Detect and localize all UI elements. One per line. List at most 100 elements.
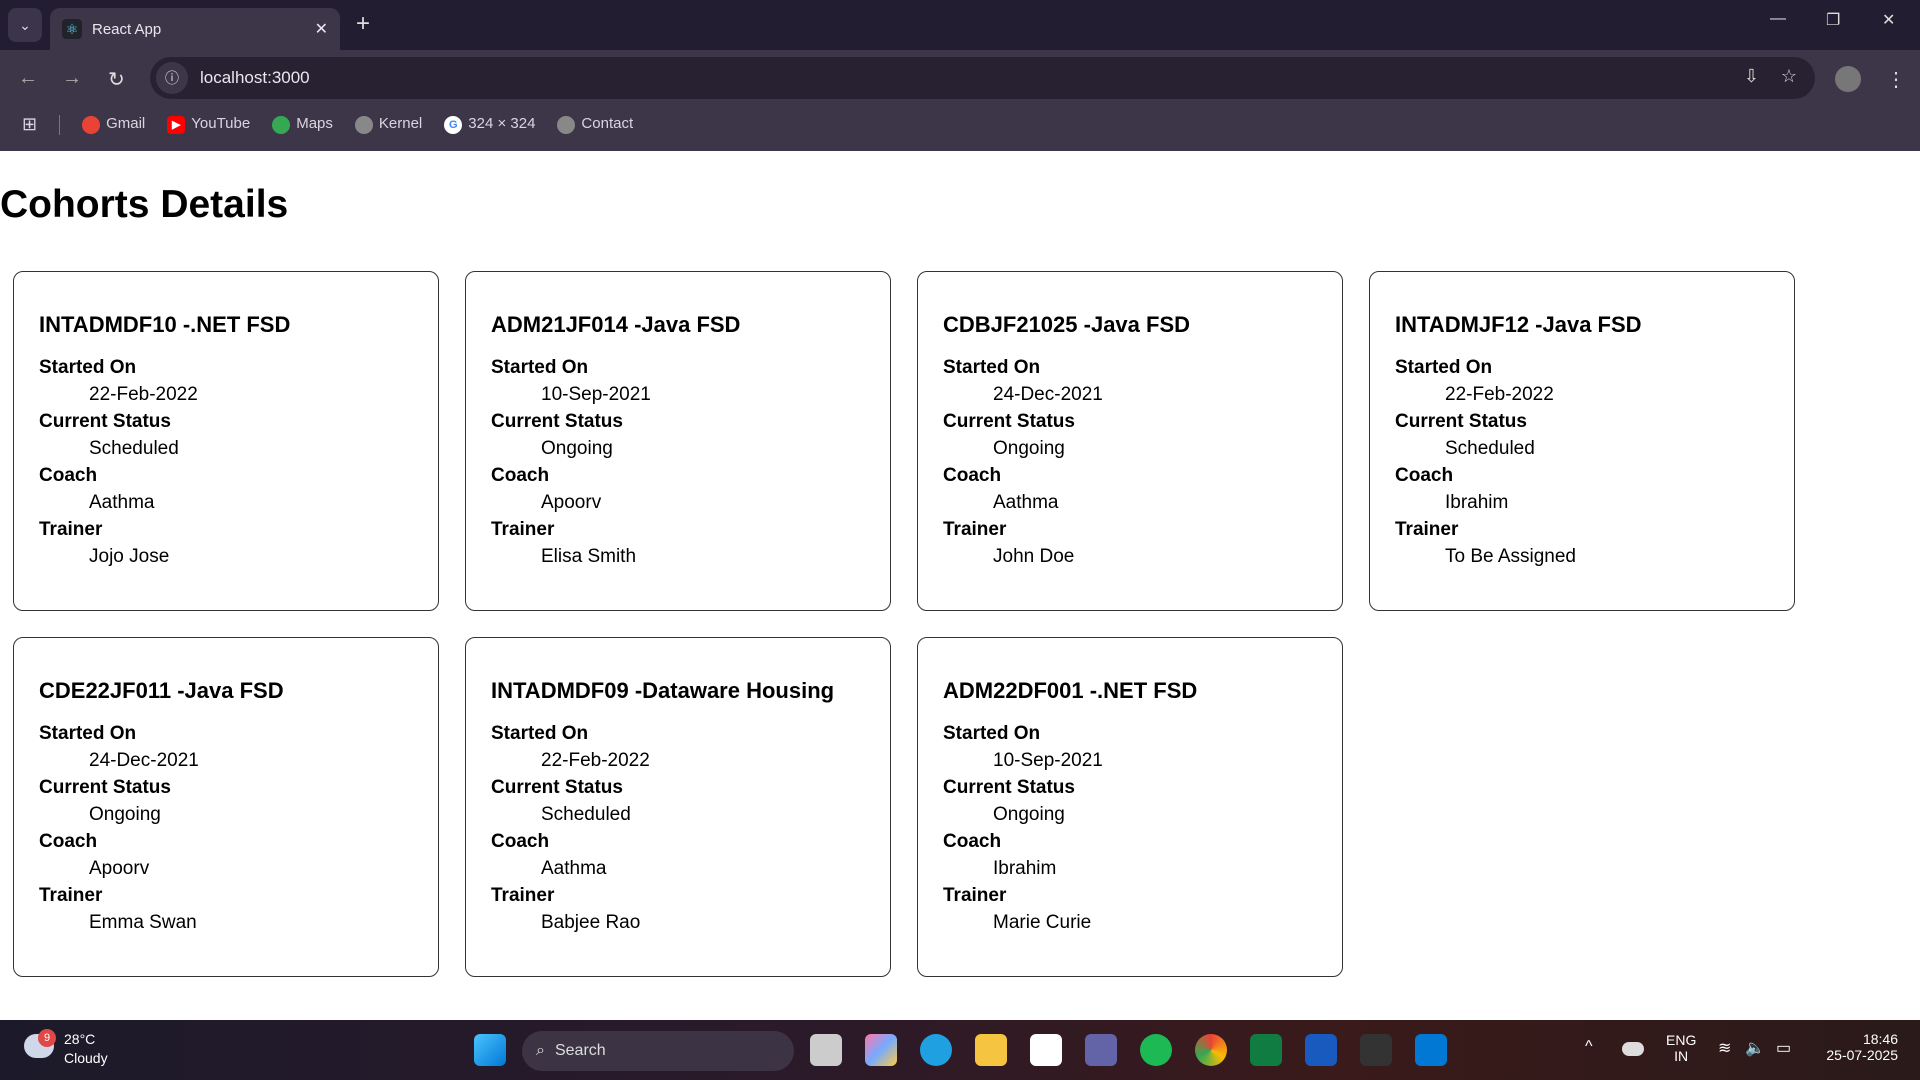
bookmark-kernel[interactable]: Kernel bbox=[354, 115, 422, 134]
onedrive-icon[interactable] bbox=[1622, 1042, 1644, 1056]
close-tab-icon[interactable]: ✕ bbox=[315, 19, 328, 39]
teams-icon[interactable] bbox=[1085, 1034, 1117, 1066]
wifi-icon[interactable]: ≋ bbox=[1718, 1038, 1731, 1058]
started-on-value: 22-Feb-2022 bbox=[541, 750, 650, 771]
current-status-label: Current Status bbox=[943, 777, 1075, 798]
trainer-value: To Be Assigned bbox=[1445, 546, 1576, 567]
started-on-value: 24-Dec-2021 bbox=[993, 384, 1103, 405]
store-icon[interactable] bbox=[1030, 1034, 1062, 1066]
coach-label: Coach bbox=[491, 831, 550, 852]
bookmark-maps[interactable]: Maps bbox=[272, 115, 333, 134]
started-on-label: Started On bbox=[39, 357, 137, 378]
trainer-label: Trainer bbox=[39, 885, 103, 906]
coach-value: Apoorv bbox=[541, 492, 602, 513]
bookmark-star-icon[interactable]: ☆ bbox=[1781, 66, 1797, 87]
apps-icon[interactable]: ⊞ bbox=[22, 114, 37, 135]
google-icon: G bbox=[444, 115, 463, 134]
started-on-label: Started On bbox=[39, 723, 137, 744]
clock[interactable]: 18:46 25-07-2025 bbox=[1826, 1031, 1898, 1063]
trainer-value: John Doe bbox=[993, 546, 1075, 567]
youtube-icon: ▶ bbox=[167, 115, 186, 134]
site-info-icon[interactable]: ⓘ bbox=[156, 62, 188, 94]
trainer-value: Elisa Smith bbox=[541, 546, 637, 567]
chevron-up-icon[interactable]: ^ bbox=[1585, 1038, 1593, 1056]
tab-react-app[interactable]: ⚛ React App ✕ bbox=[50, 8, 340, 50]
new-tab-button[interactable]: + bbox=[356, 10, 370, 38]
current-status-label: Current Status bbox=[491, 777, 623, 798]
trainer-label: Trainer bbox=[491, 885, 555, 906]
chrome-icon[interactable] bbox=[1195, 1034, 1227, 1066]
url-text[interactable]: localhost:3000 bbox=[200, 68, 310, 88]
weather-badge: 9 bbox=[38, 1029, 56, 1047]
cohort-title: ADM21JF014 -Java FSD bbox=[491, 312, 741, 337]
vscode-icon[interactable] bbox=[1415, 1034, 1447, 1066]
bookmark-youtube[interactable]: ▶ YouTube bbox=[167, 115, 250, 134]
page-title: Cohorts Details bbox=[0, 183, 289, 226]
started-on-label: Started On bbox=[491, 357, 589, 378]
excel-icon[interactable] bbox=[1250, 1034, 1282, 1066]
language-indicator[interactable]: ENG IN bbox=[1666, 1032, 1696, 1064]
terminal-icon[interactable] bbox=[1360, 1034, 1392, 1066]
coach-label: Coach bbox=[1395, 465, 1454, 486]
coach-label: Coach bbox=[39, 831, 98, 852]
cohort-title: ADM22DF001 -.NET FSD bbox=[943, 678, 1198, 703]
coach-label: Coach bbox=[39, 465, 98, 486]
cohort-card: INTADMDF09 -Dataware Housing Started On 22… bbox=[465, 637, 891, 977]
current-status-value: Ongoing bbox=[993, 804, 1065, 825]
trainer-label: Trainer bbox=[491, 519, 555, 540]
profile-avatar[interactable] bbox=[1835, 66, 1861, 92]
globe-icon bbox=[354, 115, 373, 134]
taskbar-search[interactable]: ⌕ Search bbox=[522, 1031, 794, 1071]
minimize-button[interactable]: — bbox=[1770, 10, 1786, 28]
coach-label: Coach bbox=[943, 831, 1002, 852]
edge-icon[interactable] bbox=[920, 1034, 952, 1066]
word-icon[interactable] bbox=[1305, 1034, 1337, 1066]
started-on-label: Started On bbox=[943, 723, 1041, 744]
battery-icon[interactable]: ▭ bbox=[1776, 1038, 1791, 1058]
coach-value: Ibrahim bbox=[993, 858, 1057, 879]
address-bar[interactable]: ⓘ localhost:3000 ⇩ ☆ bbox=[150, 57, 1815, 99]
bookmarks-bar: ⊞ Gmail ▶ YouTube Maps Kernel G 324 × 324 … bbox=[22, 114, 633, 135]
bookmark-gmail[interactable]: Gmail bbox=[82, 115, 145, 134]
started-on-value: 22-Feb-2022 bbox=[89, 384, 198, 405]
current-status-value: Scheduled bbox=[541, 804, 631, 825]
cohort-title: INTADMDF10 -.NET FSD bbox=[39, 312, 291, 337]
close-window-button[interactable]: ✕ bbox=[1882, 10, 1895, 30]
bookmark-324[interactable]: G 324 × 324 bbox=[444, 115, 535, 134]
taskbar: 9 28°C Cloudy ⌕ Search ^ ENG IN ≋ 🔈 ▭ 18:4… bbox=[0, 1020, 1920, 1080]
copilot-icon[interactable] bbox=[865, 1034, 897, 1066]
started-on-value: 10-Sep-2021 bbox=[993, 750, 1103, 771]
weather-desc[interactable]: Cloudy bbox=[64, 1050, 108, 1066]
browser-toolbar: ← → ↻ ⓘ localhost:3000 ⇩ ☆ ⋮ ⊞ Gmail ▶ Yo… bbox=[0, 50, 1920, 151]
weather-temp[interactable]: 28°C bbox=[64, 1031, 95, 1047]
windows-start-icon[interactable] bbox=[474, 1034, 506, 1066]
current-status-label: Current Status bbox=[1395, 411, 1527, 432]
tab-title: React App bbox=[92, 20, 162, 38]
reload-button[interactable]: ↻ bbox=[108, 67, 125, 92]
trainer-label: Trainer bbox=[1395, 519, 1459, 540]
current-status-label: Current Status bbox=[39, 777, 171, 798]
restore-button[interactable]: ❐ bbox=[1826, 10, 1840, 30]
trainer-value: Babjee Rao bbox=[541, 912, 641, 933]
started-on-value: 24-Dec-2021 bbox=[89, 750, 199, 771]
gmail-icon bbox=[82, 115, 101, 134]
current-status-value: Ongoing bbox=[89, 804, 161, 825]
spotify-icon[interactable] bbox=[1140, 1034, 1172, 1066]
menu-icon[interactable]: ⋮ bbox=[1886, 67, 1906, 92]
back-button[interactable]: ← bbox=[18, 67, 38, 90]
forward-button[interactable]: → bbox=[62, 67, 82, 90]
started-on-label: Started On bbox=[943, 357, 1041, 378]
install-icon[interactable]: ⇩ bbox=[1744, 66, 1759, 87]
tab-search-button[interactable]: ⌄ bbox=[8, 8, 42, 42]
task-view-icon[interactable] bbox=[810, 1034, 842, 1066]
current-status-value: Ongoing bbox=[993, 438, 1065, 459]
file-explorer-icon[interactable] bbox=[975, 1034, 1007, 1066]
trainer-label: Trainer bbox=[943, 519, 1007, 540]
cohort-title: CDE22JF011 -Java FSD bbox=[39, 678, 284, 703]
trainer-value: Jojo Jose bbox=[89, 546, 170, 567]
cohort-card: INTADMDF10 -.NET FSD Started On 22-Feb-202… bbox=[13, 271, 439, 611]
volume-icon[interactable]: 🔈 bbox=[1745, 1038, 1765, 1058]
bookmark-contact[interactable]: Contact bbox=[557, 115, 633, 134]
coach-value: Aathma bbox=[541, 858, 607, 879]
react-icon: ⚛ bbox=[62, 19, 82, 39]
